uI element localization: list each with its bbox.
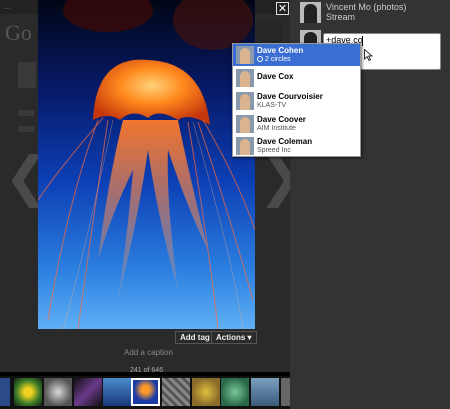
filmstrip-thumb[interactable] bbox=[0, 378, 10, 406]
suggestion-photo bbox=[236, 69, 254, 87]
filmstrip-thumb[interactable] bbox=[14, 378, 42, 406]
filmstrip-thumb[interactable] bbox=[162, 378, 190, 406]
filmstrip-thumb-selected[interactable] bbox=[131, 378, 160, 406]
suggestion-subtitle: 2 circles bbox=[257, 56, 291, 63]
suggestion-name: Dave Cohen bbox=[257, 46, 304, 55]
suggestion-photo bbox=[236, 92, 254, 110]
jellyfish-picture bbox=[38, 0, 255, 329]
add-caption-field[interactable]: Add a caption bbox=[124, 348, 173, 357]
suggestion-item[interactable]: Dave Coleman Spreed Inc bbox=[233, 135, 360, 157]
photo-image[interactable] bbox=[38, 0, 255, 329]
suggestion-item[interactable]: Dave Coover AIM Institute bbox=[233, 113, 360, 135]
text-caret bbox=[362, 36, 363, 46]
background-avatar bbox=[18, 62, 36, 88]
add-tag-button[interactable]: Add tag bbox=[175, 331, 215, 344]
owner-stream-label: Stream bbox=[326, 12, 356, 22]
background-topbar-text: ... bbox=[4, 1, 12, 11]
suggestion-name: Dave Courvoisier bbox=[257, 92, 323, 101]
suggestion-photo bbox=[236, 137, 254, 155]
filmstrip-thumb[interactable] bbox=[192, 378, 220, 406]
actions-menu-button[interactable]: Actions ▾ bbox=[211, 331, 257, 344]
suggestion-name: Dave Coleman bbox=[257, 137, 313, 146]
mouse-pointer-icon bbox=[364, 49, 373, 61]
suggestion-subtitle: AIM Institute bbox=[257, 125, 296, 132]
filmstrip-thumb[interactable] bbox=[44, 378, 72, 406]
suggestion-subtitle: Spreed Inc bbox=[257, 147, 291, 154]
filmstrip-thumb[interactable] bbox=[221, 378, 249, 406]
filmstrip bbox=[0, 376, 290, 409]
suggestion-item[interactable]: Dave Cox bbox=[233, 67, 360, 89]
background-heading: Go bbox=[5, 20, 32, 45]
circle-icon bbox=[257, 56, 263, 62]
mention-suggestions: Dave Cohen 2 circles Dave Cox Dave Courv… bbox=[232, 43, 361, 157]
background-text-line bbox=[18, 126, 34, 132]
suggestion-item[interactable]: Dave Cohen 2 circles bbox=[233, 44, 360, 66]
close-icon[interactable]: ✕ bbox=[276, 2, 289, 15]
background-text-line bbox=[18, 110, 34, 116]
owner-name[interactable]: Vincent Mo (photos) bbox=[326, 2, 406, 12]
suggestion-photo bbox=[236, 46, 254, 64]
suggestion-name: Dave Coover bbox=[257, 115, 306, 124]
suggestion-name: Dave Cox bbox=[257, 72, 294, 81]
filmstrip-thumb[interactable] bbox=[103, 378, 131, 406]
filmstrip-thumb[interactable] bbox=[74, 378, 102, 406]
suggestion-subtitle: KLAS-TV bbox=[257, 102, 287, 109]
suggestion-photo bbox=[236, 115, 254, 133]
suggestion-item[interactable]: Dave Courvoisier KLAS-TV bbox=[233, 90, 360, 112]
photo-counter: 241 of 646 bbox=[130, 367, 164, 374]
filmstrip-thumb[interactable] bbox=[281, 378, 290, 406]
filmstrip-thumb[interactable] bbox=[251, 378, 279, 406]
owner-avatar[interactable] bbox=[300, 2, 321, 23]
